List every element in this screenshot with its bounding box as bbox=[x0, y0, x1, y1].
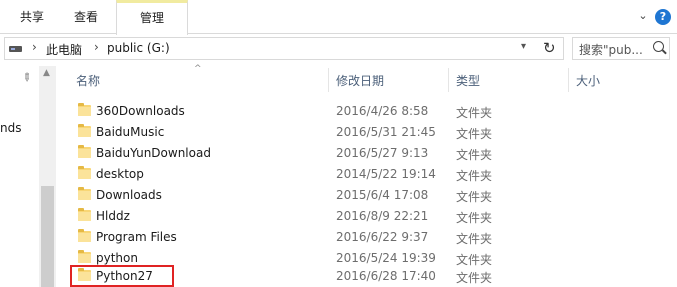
folder-icon bbox=[78, 124, 91, 137]
search-icon[interactable] bbox=[653, 41, 664, 52]
file-type: 文件夹 bbox=[456, 106, 493, 120]
file-row[interactable]: BaiduMusic 2016/5/31 21:45 文件夹 bbox=[70, 122, 677, 143]
file-name[interactable]: desktop bbox=[96, 167, 144, 181]
breadcrumb-this-pc[interactable]: 此电脑 bbox=[46, 41, 82, 58]
file-date: 2016/6/28 17:40 bbox=[336, 269, 436, 283]
folder-icon bbox=[78, 208, 91, 221]
file-name[interactable]: BaiduYunDownload bbox=[96, 146, 211, 160]
file-type: 文件夹 bbox=[456, 127, 493, 141]
scroll-up-icon[interactable]: ▲ bbox=[43, 68, 50, 78]
column-header-date[interactable]: 修改日期 bbox=[336, 66, 384, 96]
highlight-box bbox=[70, 265, 174, 287]
chevron-down-icon[interactable]: ⌄ bbox=[636, 9, 650, 23]
file-row[interactable]: BaiduYunDownload 2016/5/27 9:13 文件夹 bbox=[70, 143, 677, 164]
folder-icon bbox=[78, 250, 91, 263]
breadcrumb-separator[interactable]: › bbox=[94, 40, 99, 54]
drive-icon bbox=[9, 46, 22, 52]
file-name[interactable]: Downloads bbox=[96, 188, 162, 202]
file-type: 文件夹 bbox=[456, 148, 493, 162]
tab-view[interactable]: 查看 bbox=[62, 0, 110, 34]
column-divider[interactable] bbox=[568, 68, 569, 92]
folder-icon bbox=[78, 187, 91, 200]
refresh-icon[interactable]: ↻ bbox=[543, 39, 556, 57]
tab-share[interactable]: 共享 bbox=[8, 0, 56, 34]
search-placeholder: 搜索"pub... bbox=[579, 43, 643, 57]
chevron-down-icon[interactable]: ▾ bbox=[521, 41, 526, 52]
help-icon[interactable]: ? bbox=[655, 9, 671, 25]
file-date: 2016/6/22 9:37 bbox=[336, 230, 429, 244]
file-type: 文件夹 bbox=[456, 169, 493, 183]
tab-manage[interactable]: 管理 bbox=[116, 0, 188, 35]
folder-icon bbox=[78, 166, 91, 179]
file-name[interactable]: Program Files bbox=[96, 230, 177, 244]
file-date: 2016/5/24 19:39 bbox=[336, 251, 436, 265]
file-name[interactable]: BaiduMusic bbox=[96, 125, 164, 139]
column-divider[interactable] bbox=[448, 68, 449, 92]
navigation-pane: ✎ nds bbox=[0, 66, 38, 287]
file-type: 文件夹 bbox=[456, 271, 493, 285]
sort-ascending-icon: ^ bbox=[194, 64, 202, 74]
file-row[interactable]: Hlddz 2016/8/9 22:21 文件夹 bbox=[70, 206, 677, 227]
pin-icon[interactable]: ✎ bbox=[19, 70, 35, 86]
file-row[interactable]: Program Files 2016/6/22 9:37 文件夹 bbox=[70, 227, 677, 248]
file-date: 2016/8/9 22:21 bbox=[336, 209, 429, 223]
breadcrumb-separator[interactable]: › bbox=[32, 40, 37, 54]
file-date: 2016/5/31 21:45 bbox=[336, 125, 436, 139]
file-row[interactable]: 360Downloads 2016/4/26 8:58 文件夹 bbox=[70, 101, 677, 122]
file-date: 2015/6/4 17:08 bbox=[336, 188, 429, 202]
file-name[interactable]: python bbox=[96, 251, 138, 265]
column-header-name[interactable]: 名称 bbox=[76, 66, 100, 96]
file-type: 文件夹 bbox=[456, 232, 493, 246]
folder-icon bbox=[78, 145, 91, 158]
file-type: 文件夹 bbox=[456, 211, 493, 225]
file-row[interactable]: Downloads 2015/6/4 17:08 文件夹 bbox=[70, 185, 677, 206]
nav-scrollbar[interactable]: ▲ bbox=[39, 66, 56, 287]
scroll-thumb[interactable] bbox=[41, 186, 54, 287]
ribbon: 共享 查看 管理 ⌄ ? bbox=[0, 0, 677, 35]
nav-item-label[interactable]: nds bbox=[0, 121, 21, 135]
file-date: 2016/4/26 8:58 bbox=[336, 104, 429, 118]
file-name[interactable]: Hlddz bbox=[96, 209, 130, 223]
breadcrumb-drive[interactable]: public (G:) bbox=[107, 41, 170, 55]
column-divider[interactable] bbox=[328, 68, 329, 92]
file-date: 2016/5/27 9:13 bbox=[336, 146, 429, 160]
address-bar[interactable]: › 此电脑 › public (G:) ▾ ↻ bbox=[4, 37, 564, 60]
column-header-size[interactable]: 大小 bbox=[576, 66, 600, 96]
search-input[interactable]: 搜索"pub... bbox=[572, 37, 670, 60]
folder-icon bbox=[78, 229, 91, 242]
file-name[interactable]: 360Downloads bbox=[96, 104, 185, 118]
file-type: 文件夹 bbox=[456, 190, 493, 204]
folder-icon bbox=[78, 103, 91, 116]
file-row[interactable]: desktop 2014/5/22 19:14 文件夹 bbox=[70, 164, 677, 185]
file-date: 2014/5/22 19:14 bbox=[336, 167, 436, 181]
column-header-type[interactable]: 类型 bbox=[456, 66, 480, 96]
